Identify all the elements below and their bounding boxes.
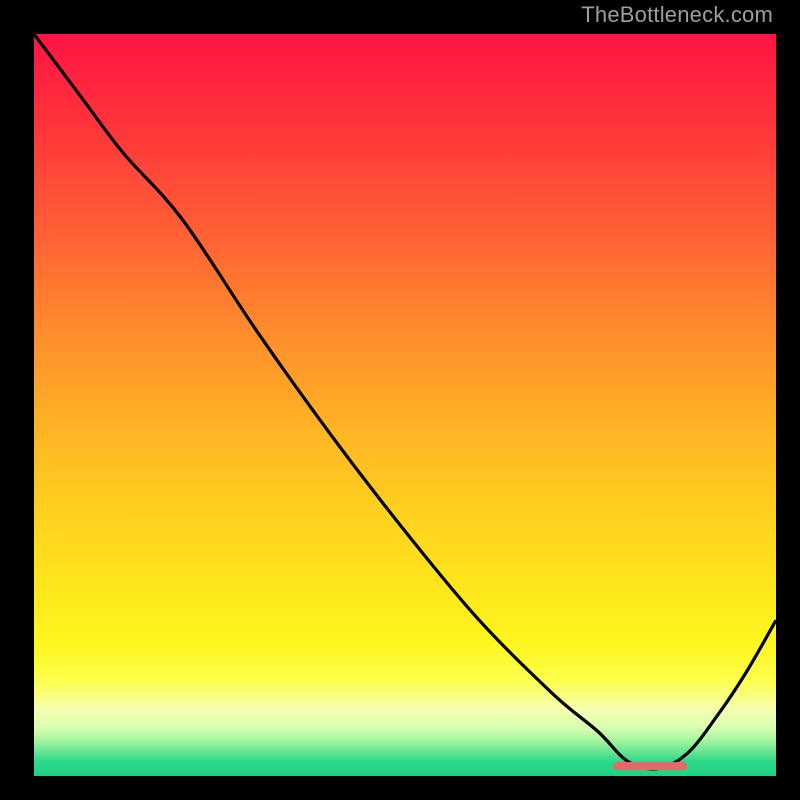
chart-line-svg bbox=[34, 34, 776, 776]
watermark-label: TheBottleneck.com bbox=[581, 2, 773, 28]
chart-heatmap-background bbox=[34, 34, 776, 776]
chart-curve bbox=[34, 34, 776, 769]
chart-frame: TheBottleneck.com bbox=[0, 0, 800, 800]
